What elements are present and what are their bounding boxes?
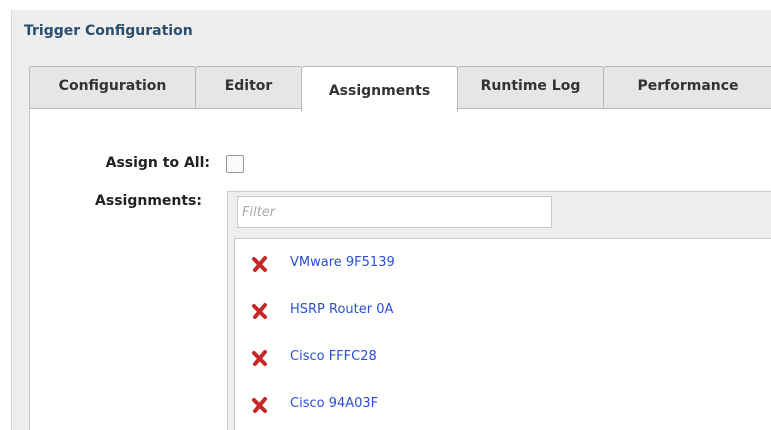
- tab-assignments[interactable]: Assignments: [301, 66, 458, 112]
- tab-editor[interactable]: Editor: [195, 66, 302, 110]
- tab-runtime-log[interactable]: Runtime Log: [457, 66, 604, 110]
- list-item: HSRP Router 0A: [235, 296, 771, 326]
- assign-to-all-checkbox[interactable]: [226, 155, 244, 173]
- remove-icon[interactable]: [251, 349, 269, 367]
- remove-icon[interactable]: [251, 396, 269, 414]
- filter-input[interactable]: [237, 196, 552, 228]
- assignment-link[interactable]: Cisco FFFC28: [290, 349, 377, 364]
- assignment-link[interactable]: VMware 9F5139: [290, 255, 395, 270]
- list-item: VMware 9F5139: [235, 249, 771, 279]
- remove-icon[interactable]: [251, 255, 269, 273]
- list-item: Cisco FFFC28: [235, 343, 771, 373]
- tab-performance[interactable]: Performance: [603, 66, 771, 110]
- trigger-configuration-panel: Trigger Configuration Configuration Edit…: [11, 10, 771, 430]
- panel-title: Trigger Configuration: [24, 23, 193, 39]
- remove-icon[interactable]: [251, 302, 269, 320]
- tab-content: Assign to All: Assignments: VMware 9F513…: [29, 108, 771, 430]
- assignment-link[interactable]: HSRP Router 0A: [290, 302, 393, 317]
- left-edge: [0, 0, 11, 430]
- assignments-label: Assignments:: [95, 193, 202, 209]
- tab-configuration[interactable]: Configuration: [29, 66, 196, 110]
- assignments-box: VMware 9F5139 HSRP Router 0A Cisco FFFC2…: [227, 191, 771, 430]
- tab-bar: Configuration Editor Assignments Runtime…: [29, 66, 771, 112]
- assignment-link[interactable]: Cisco 94A03F: [290, 396, 378, 411]
- assign-to-all-label: Assign to All:: [105, 155, 210, 171]
- assignments-list: VMware 9F5139 HSRP Router 0A Cisco FFFC2…: [234, 238, 771, 430]
- list-item: Cisco 94A03F: [235, 390, 771, 420]
